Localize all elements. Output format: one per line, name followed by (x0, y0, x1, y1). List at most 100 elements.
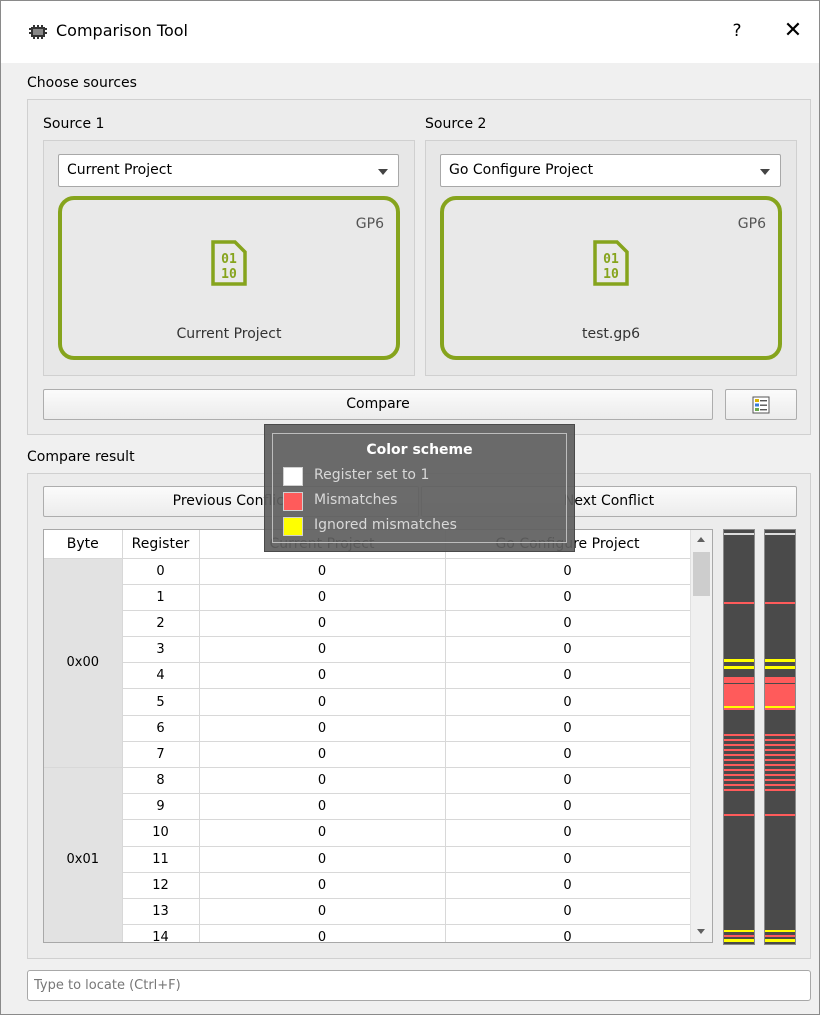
go-configure-project-cell[interactable]: 0 (445, 924, 691, 942)
table-row[interactable]: 14 0 0 (44, 924, 691, 942)
current-project-cell[interactable]: 0 (199, 558, 446, 585)
scroll-up-icon[interactable] (691, 530, 712, 550)
table-body: 0x00 0 0 0 1 0 0 2 0 0 3 0 0 4 0 0 5 0 0 6 0 0 7 0 0 0x01 8 0 0 9 0 0 10… (44, 558, 691, 942)
byte-cell[interactable]: 0x00 (44, 558, 123, 768)
table-row[interactable]: 12 0 0 (44, 872, 691, 899)
register-cell[interactable]: 5 (122, 688, 200, 716)
current-project-cell[interactable]: 0 (199, 898, 446, 926)
register-cell[interactable]: 13 (122, 898, 200, 926)
source2-card[interactable]: GP6 01 10 test.gp6 (440, 196, 782, 360)
overview-marker (765, 769, 795, 771)
overview-marker (724, 789, 754, 791)
current-project-cell[interactable]: 0 (199, 846, 446, 873)
go-configure-project-cell[interactable]: 0 (445, 741, 691, 769)
register-cell[interactable]: 4 (122, 662, 200, 690)
tooltip-title: Color scheme (366, 442, 473, 458)
current-project-cell[interactable]: 0 (199, 741, 446, 769)
current-project-cell[interactable]: 0 (199, 636, 446, 664)
go-configure-project-cell[interactable]: 0 (445, 610, 691, 638)
register-cell[interactable]: 6 (122, 715, 200, 742)
close-button[interactable]: ✕ (777, 15, 809, 47)
register-cell[interactable]: 2 (122, 610, 200, 638)
register-cell[interactable]: 7 (122, 741, 200, 769)
locate-input[interactable] (28, 971, 810, 1000)
current-project-cell[interactable]: 0 (199, 662, 446, 690)
register-cell[interactable]: 9 (122, 793, 200, 821)
color-scheme-button[interactable] (725, 389, 797, 420)
register-cell[interactable]: 11 (122, 846, 200, 873)
current-project-cell[interactable]: 0 (199, 872, 446, 899)
table-scrollbar[interactable] (690, 530, 712, 942)
current-project-cell[interactable]: 0 (199, 688, 446, 716)
current-project-cell[interactable]: 0 (199, 793, 446, 821)
current-project-cell[interactable]: 0 (199, 924, 446, 942)
go-configure-project-cell[interactable]: 0 (445, 819, 691, 847)
go-configure-project-cell[interactable]: 0 (445, 688, 691, 716)
byte-cell[interactable]: 0x01 (44, 767, 123, 942)
table-row[interactable]: 900 (44, 793, 691, 821)
register-cell[interactable]: 8 (122, 767, 200, 795)
register-cell[interactable]: 12 (122, 872, 200, 899)
overview-marker (724, 754, 754, 756)
current-project-cell[interactable]: 0 (199, 767, 446, 795)
overview-marker (724, 602, 754, 604)
overview-marker (765, 666, 795, 669)
overview-marker (765, 764, 795, 766)
register-cell[interactable]: 14 (122, 924, 200, 942)
table-row[interactable]: 400 (44, 662, 691, 690)
go-configure-project-cell[interactable]: 0 (445, 846, 691, 873)
scroll-down-icon[interactable] (691, 922, 712, 942)
legend-icon (752, 396, 770, 414)
table-row[interactable]: 600 (44, 715, 691, 742)
register-cell[interactable]: 0 (122, 558, 200, 585)
go-configure-project-cell[interactable]: 0 (445, 898, 691, 926)
register-cell[interactable]: 1 (122, 584, 200, 611)
source1-card[interactable]: GP6 01 10 Current Project (58, 196, 400, 360)
help-button[interactable]: ? (723, 17, 751, 45)
column-header-register[interactable]: Register (122, 530, 200, 559)
register-cell[interactable]: 3 (122, 636, 200, 664)
current-project-cell[interactable]: 0 (199, 819, 446, 847)
table-row[interactable]: 0x01 8 0 0 (44, 767, 691, 942)
overview-marker (724, 744, 754, 746)
overview-marker (765, 602, 795, 604)
overview-marker (765, 774, 795, 776)
register-cell[interactable]: 10 (122, 819, 200, 847)
go-configure-project-cell[interactable]: 0 (445, 793, 691, 821)
current-project-cell[interactable]: 0 (199, 584, 446, 611)
table-row[interactable]: 11 0 0 (44, 846, 691, 873)
overview-marker (765, 935, 795, 937)
scroll-thumb[interactable] (693, 552, 710, 596)
column-header-byte[interactable]: Byte (44, 530, 123, 559)
overview-bar-right[interactable] (764, 529, 796, 945)
overview-bar-left[interactable] (723, 529, 755, 945)
table-row[interactable]: 700 (44, 741, 691, 769)
current-project-cell[interactable]: 0 (199, 715, 446, 742)
go-configure-project-cell[interactable]: 0 (445, 715, 691, 742)
go-configure-project-cell[interactable]: 0 (445, 872, 691, 899)
table-row[interactable]: 10 0 0 (44, 819, 691, 847)
table-row[interactable]: 0x00 0 0 0 (44, 558, 691, 768)
compare-button[interactable]: Compare (43, 389, 713, 420)
locate-search-box[interactable] (27, 970, 811, 1001)
go-configure-project-cell[interactable]: 0 (445, 767, 691, 795)
title-bar: Comparison Tool ? ✕ (1, 1, 819, 63)
overview-marker (724, 734, 754, 736)
go-configure-project-cell[interactable]: 0 (445, 662, 691, 690)
table-row[interactable]: 13 0 0 (44, 898, 691, 926)
go-configure-project-cell[interactable]: 0 (445, 636, 691, 664)
source1-badge: GP6 (355, 216, 384, 232)
table-row[interactable]: 300 (44, 636, 691, 664)
compare-table[interactable]: Byte Register Current Project Go Configu… (43, 529, 713, 943)
source2-select[interactable]: Go Configure Project (440, 154, 781, 187)
go-configure-project-cell[interactable]: 0 (445, 584, 691, 611)
table-row[interactable]: 200 (44, 610, 691, 638)
overview-marker (765, 706, 795, 708)
go-configure-project-cell[interactable]: 0 (445, 558, 691, 585)
table-row[interactable]: 500 (44, 688, 691, 716)
source1-select[interactable]: Current Project (58, 154, 399, 187)
overview-marker (765, 659, 795, 662)
source2-badge: GP6 (737, 216, 766, 232)
table-row[interactable]: 100 (44, 584, 691, 611)
current-project-cell[interactable]: 0 (199, 610, 446, 638)
